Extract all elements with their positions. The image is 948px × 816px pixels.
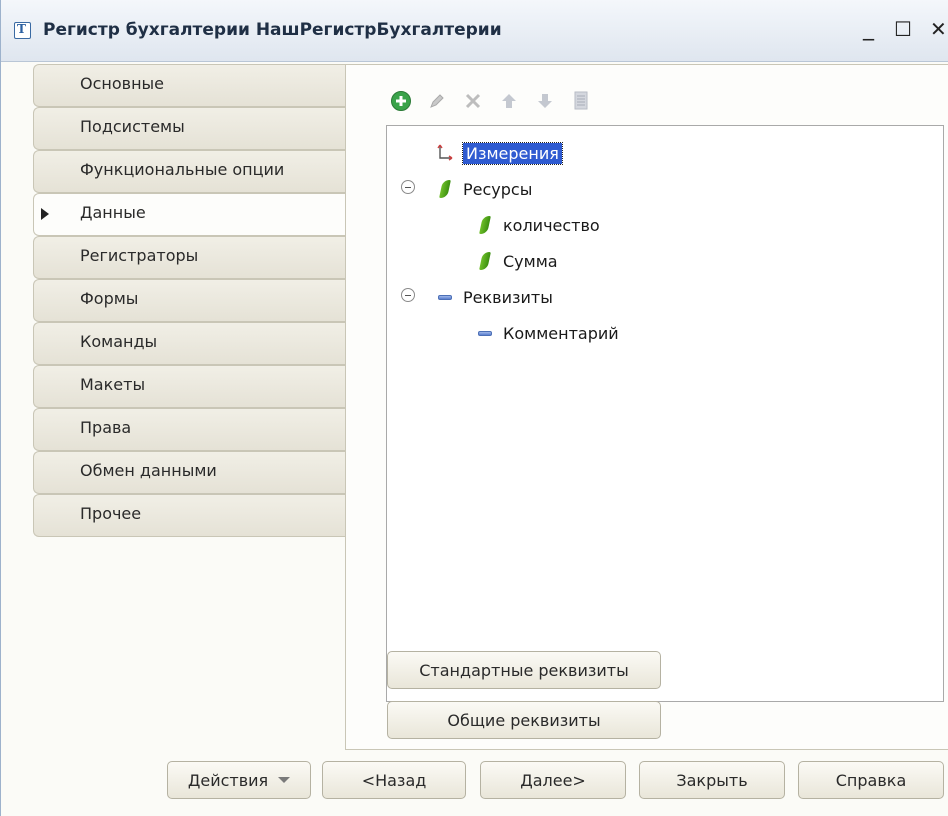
- tab-komandy[interactable]: Команды: [33, 322, 345, 365]
- tab-podsistemy[interactable]: Подсистемы: [33, 107, 345, 150]
- delete-icon[interactable]: [462, 90, 484, 112]
- edit-icon[interactable]: [426, 90, 448, 112]
- tab-obmen-dannymi[interactable]: Обмен данными: [33, 451, 345, 494]
- register-icon-letter: Т: [17, 22, 26, 36]
- tab-osnovnye[interactable]: Основные: [33, 64, 345, 107]
- common-attributes-button[interactable]: Общие реквизиты: [387, 701, 661, 739]
- collapse-resources-icon[interactable]: [401, 180, 415, 194]
- tree-node-label: Реквизиты: [463, 287, 553, 307]
- attributes-icon: [437, 287, 453, 307]
- maximize-button[interactable]: ☐: [894, 18, 912, 40]
- tree-node-quantity[interactable]: количество: [477, 210, 600, 240]
- data-panel: Измерения Ресурсы количество Сумма Рекви…: [345, 64, 948, 750]
- move-down-icon[interactable]: [534, 90, 556, 112]
- register-icon: Т: [14, 22, 31, 39]
- section-tabs: Основные Подсистемы Функциональные опции…: [33, 64, 345, 537]
- sort-icon[interactable]: [570, 90, 592, 112]
- chevron-down-icon: [278, 777, 291, 783]
- tree-node-label: количество: [503, 215, 600, 235]
- resources-icon: [437, 179, 453, 199]
- tab-label: Права: [80, 418, 132, 437]
- tree-node-summa[interactable]: Сумма: [477, 246, 558, 276]
- actions-label: Действия: [187, 770, 269, 790]
- tab-label: Макеты: [80, 375, 146, 394]
- close-button[interactable]: ✕: [930, 18, 947, 40]
- resource-icon: [477, 251, 493, 271]
- tree-node-label: Ресурсы: [463, 179, 533, 199]
- title-bar[interactable]: Т Регистр бухгалтерии НашРегистрБухгалте…: [1, 0, 948, 62]
- footer-bar: Действия <Назад Далее> Закрыть Справка: [1, 750, 948, 816]
- window-title: Регистр бухгалтерии НашРегистрБухгалтери…: [43, 20, 502, 40]
- next-button[interactable]: Далее>: [480, 761, 626, 799]
- tree-node-resources[interactable]: Ресурсы: [437, 174, 532, 204]
- tree-node-attributes[interactable]: Реквизиты: [437, 282, 553, 312]
- close-dialog-button[interactable]: Закрыть: [639, 761, 785, 799]
- tab-formy[interactable]: Формы: [33, 279, 345, 322]
- tree-node-label: Измерения: [462, 141, 563, 165]
- minimize-button[interactable]: _: [863, 18, 874, 40]
- tab-label: Функциональные опции: [80, 160, 285, 179]
- attribute-icon: [477, 323, 493, 343]
- tab-prava[interactable]: Права: [33, 408, 345, 451]
- collapse-attributes-icon[interactable]: [401, 288, 415, 302]
- tab-label: Формы: [80, 289, 139, 308]
- dimensions-icon: [437, 143, 453, 163]
- move-up-icon[interactable]: [498, 90, 520, 112]
- help-button[interactable]: Справка: [798, 761, 944, 799]
- tab-prochee[interactable]: Прочее: [33, 494, 345, 537]
- tab-label: Команды: [80, 332, 158, 351]
- tab-dannye[interactable]: Данные: [33, 193, 345, 236]
- dialog-window: Т Регистр бухгалтерии НашРегистрБухгалте…: [0, 0, 948, 816]
- resource-icon: [477, 215, 493, 235]
- standard-attributes-button[interactable]: Стандартные реквизиты: [387, 651, 661, 689]
- tree-node-dimensions[interactable]: Измерения: [437, 138, 563, 168]
- tree-node-label: Сумма: [503, 251, 558, 271]
- data-tree[interactable]: Измерения Ресурсы количество Сумма Рекви…: [386, 125, 944, 702]
- active-tab-arrow-icon: [41, 208, 49, 220]
- tab-registratory[interactable]: Регистраторы: [33, 236, 345, 279]
- tree-toolbar: [390, 87, 592, 115]
- actions-dropdown-button[interactable]: Действия: [167, 761, 311, 799]
- add-icon[interactable]: [390, 90, 412, 112]
- tab-funktsionalnye-optsii[interactable]: Функциональные опции: [33, 150, 345, 193]
- back-button[interactable]: <Назад: [322, 761, 466, 799]
- tab-label: Основные: [80, 74, 165, 93]
- tab-makety[interactable]: Макеты: [33, 365, 345, 408]
- tree-node-comment[interactable]: Комментарий: [477, 318, 619, 348]
- tab-label: Данные: [80, 203, 146, 222]
- tree-node-label: Комментарий: [503, 323, 619, 343]
- tab-label: Подсистемы: [80, 117, 185, 136]
- tab-label: Прочее: [80, 504, 142, 523]
- tab-label: Регистраторы: [80, 246, 199, 265]
- tab-label: Обмен данными: [80, 461, 217, 480]
